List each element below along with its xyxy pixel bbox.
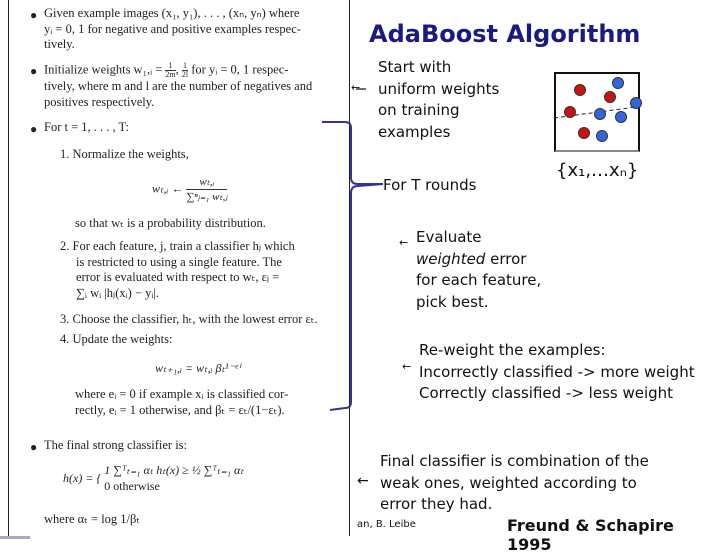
annotation-line: uniform weights [378,79,500,98]
fraction-denominator: 2l [181,70,189,79]
bullet-icon: ● [30,8,38,22]
bullet-icon: ● [30,64,38,78]
arrow-left-icon: ← [399,236,409,249]
paper-line: tively. [44,37,75,51]
arrow-left-icon: ← [357,473,369,489]
annotation-line: Evaluate [416,228,482,246]
equation-fraction: wₜ,ᵢ ∑ⁿⱼ₌₁ wₜ,ⱼ [186,175,228,204]
fraction: 1 2l [181,62,189,79]
positive-example-point [578,127,590,139]
slide-citation: Freund & Schapire 1995 [507,516,674,554]
arrow-left-icon: ← [351,81,361,94]
paper-line: rectly, eᵢ = 1 otherwise, and βₜ = εₜ/(1… [75,402,285,417]
equation-lhs: wₜ,ᵢ ← [152,181,184,196]
text-fragment: Initialize weights w₁,ᵢ = [44,62,163,77]
slide-credit: an, B. Leibe [357,519,416,530]
fraction: 1 2m [165,62,176,79]
paper-step-3: 3. Choose the classifier, hₜ, with the l… [60,312,318,326]
update-equation: wₜ₊₁,ᵢ = wₜ,ᵢ βₜ¹⁻ᵉⁱ [155,361,241,375]
negative-example-point [594,108,606,120]
slide-bottom-bar [0,536,30,539]
normalize-equation: wₜ,ᵢ ← wₜ,ᵢ ∑ⁿⱼ₌₁ wₜ,ⱼ [152,175,228,204]
paper-line: error is evaluated with respect to wₜ, ε… [76,270,280,284]
annotation-line: Re-weight the examples: [419,341,606,359]
text-fragment: error [485,249,527,268]
paper-bullet-initialize: Initialize weights w₁,ᵢ = 1 2m, 1 2l for y… [44,62,344,110]
negative-example-point [630,97,642,109]
paper-line: Initialize weights w₁,ᵢ = 1 2m, 1 2l for y… [44,61,289,79]
paper-line: where eᵢ = 0 if example xᵢ is classified… [75,387,289,401]
annotation-line: for each feature, [416,271,542,289]
paper-step-2: 2. For each feature, j, train a classifi… [60,239,342,301]
final-classifier-equation: h(x) = { 1 ∑ᵀₜ₌₁ αₜ hₜ(x) ≥ ½ ∑ᵀₜ₌₁ αₜ 0… [63,462,244,494]
fraction-denominator: 2m [165,70,176,79]
equation-lhs: h(x) = { [63,471,102,485]
paper-step-4: 4. Update the weights: [60,332,173,346]
negative-example-point [596,130,608,142]
annotation-line: examples [378,122,451,141]
equation-numerator: wₜ,ᵢ [186,175,228,190]
annotation-line: pick best. [416,292,489,311]
equation-case: 1 ∑ᵀₜ₌₁ αₜ hₜ(x) ≥ ½ ∑ᵀₜ₌₁ αₜ [104,463,244,477]
annotation-line: Incorrectly classified -> more weight [419,362,695,381]
equation-case: 0 otherwise [104,479,160,493]
annotation-line: weighted error [416,249,541,271]
text-fragment: for yᵢ = 0, 1 respec- [191,62,289,77]
annotation-rounds: For T rounds [383,176,477,194]
annotation-line: weak ones, weighted according to [380,473,637,492]
bullet-icon: ● [30,122,38,136]
paper-bullet-given: Given example images (x₁, y₁), . . . , (… [44,6,344,53]
paper-line: tively, where m and l are the number of … [44,79,313,93]
paper-line: Given example images (x₁, y₁), . . . , (… [44,6,300,20]
annotation-line: Start with [378,58,452,76]
slide-title: AdaBoost Algorithm [369,20,641,48]
bullet-icon: ● [30,440,38,454]
annotation-evaluate: Evaluate weighted error for each feature… [416,227,541,313]
arrow-left-icon: ← [402,360,412,373]
paper-line: 2. For each feature, j, train a classifi… [60,239,295,253]
annotation-final: Final classifier is combination of the w… [380,451,649,516]
paper-line: ∑ᵢ wᵢ |hⱼ(xᵢ) − yᵢ|. [76,285,160,300]
paper-line: yᵢ = 0, 1 for negative and positive exam… [44,21,301,36]
paper-step-1-note: so that wₜ is a probability distribution… [75,216,266,230]
equation-denominator: ∑ⁿⱼ₌₁ wₜ,ⱼ [186,191,228,203]
positive-example-point [574,84,586,96]
annotation-line: Correctly classified -> less weight [419,384,674,402]
paper-line: is restricted to using a single feature.… [76,254,282,269]
paper-step-4-note: where eᵢ = 0 if example xᵢ is classified… [75,387,343,418]
paper-bullet-final: The final strong classifier is: [44,438,188,452]
paper-line: positives respectively. [44,94,155,109]
positive-example-point [604,91,616,103]
negative-example-point [615,111,627,123]
emphasis-text: weighted [416,249,486,268]
alpha-definition: where αₜ = log 1/βₜ [44,512,141,526]
example-set-label: {x₁,…xₙ} [556,160,639,181]
annotation-line: Final classifier is combination of the [380,452,649,470]
positive-example-point [564,106,576,118]
negative-example-point [612,77,624,89]
annotation-line: on training [378,101,460,119]
annotation-line: error they had. [380,495,493,513]
paper-step-1: 1. Normalize the weights, [60,147,189,161]
training-examples-diagram [554,72,642,152]
annotation-start: Start with uniform weights on training e… [378,57,499,143]
annotation-reweight: Re-weight the examples: Incorrectly clas… [419,340,695,405]
paper-bullet-for-loop: For t = 1, . . . , T: [44,120,130,134]
